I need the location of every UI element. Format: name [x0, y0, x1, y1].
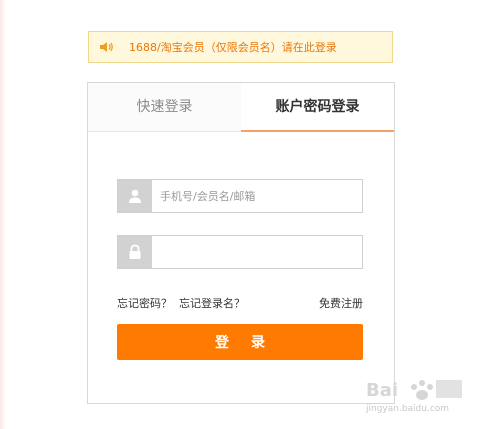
password-field [117, 235, 363, 269]
login-button[interactable]: 登录 [117, 324, 363, 360]
password-input[interactable] [152, 236, 362, 268]
lock-icon [118, 236, 152, 268]
baidu-jingyan-watermark: Bai jingyan.baidu.com [362, 374, 466, 422]
watermark-text: jingyan.baidu.com [366, 404, 450, 414]
login-notice-bar: 1688/淘宝会员（仅限会员名）请在此登录 [88, 31, 393, 63]
login-panel: 快速登录 账户密码登录 忘记密码？ 忘记登录名？ 免费注册 登录 [87, 82, 395, 404]
username-field [117, 179, 363, 213]
forgot-username-link[interactable]: 忘记登录名？ [179, 295, 245, 311]
login-tabs: 快速登录 账户密码登录 [88, 83, 394, 132]
speaker-icon [99, 39, 115, 55]
notice-text: 1688/淘宝会员（仅限会员名）请在此登录 [129, 41, 337, 54]
username-input[interactable] [152, 180, 362, 212]
tab-account-password-login[interactable]: 账户密码登录 [241, 83, 394, 132]
forgot-password-link[interactable]: 忘记密码？ [117, 295, 172, 311]
user-icon [118, 180, 152, 212]
register-link[interactable]: 免费注册 [319, 295, 363, 311]
svg-text:Bai: Bai [366, 380, 398, 401]
tab-quick-login[interactable]: 快速登录 [88, 83, 241, 131]
form-links: 忘记密码？ 忘记登录名？ 免费注册 [117, 295, 363, 311]
left-edge-decoration [0, 0, 6, 429]
